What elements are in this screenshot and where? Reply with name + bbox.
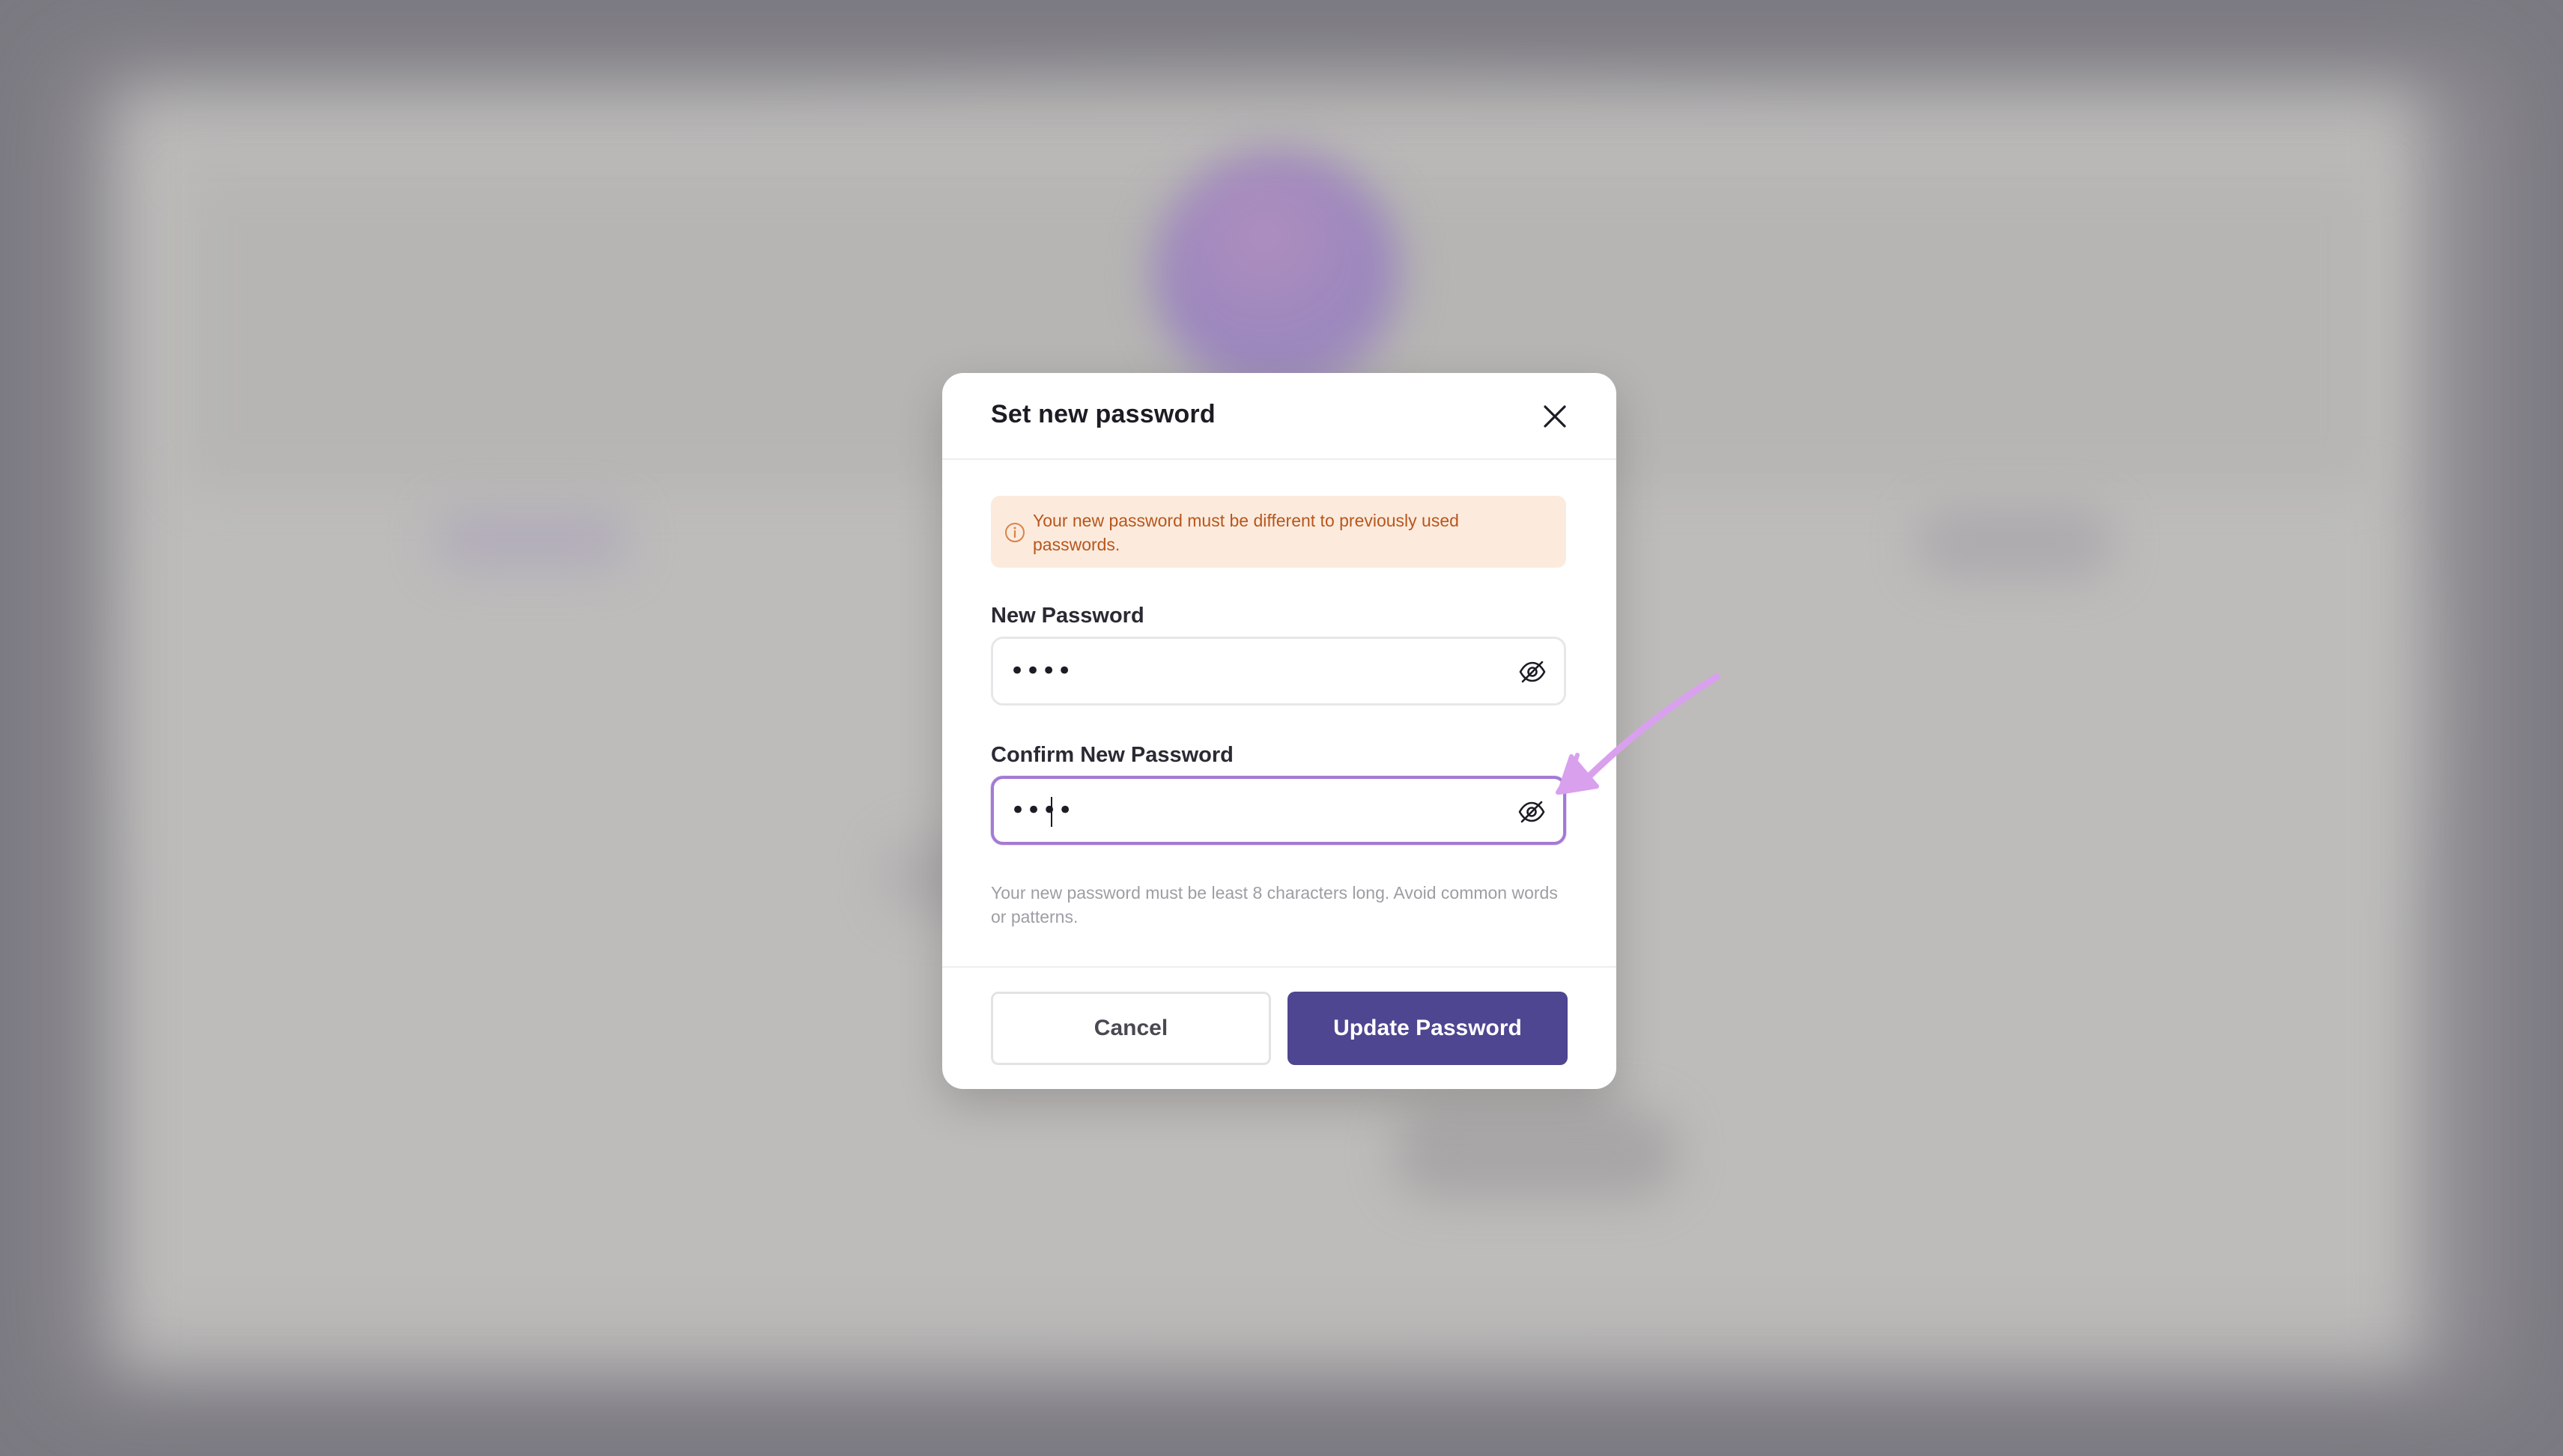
text-cursor — [1051, 797, 1052, 827]
update-password-button[interactable]: Update Password — [1287, 992, 1568, 1065]
background-element — [1917, 509, 2112, 577]
background-avatar — [1153, 150, 1401, 397]
new-password-label: New Password — [991, 604, 1144, 628]
confirm-password-field[interactable] — [991, 776, 1566, 845]
cancel-button[interactable]: Cancel — [991, 992, 1271, 1065]
toggle-confirm-password-visibility-button[interactable] — [1517, 797, 1547, 827]
confirm-password-input[interactable] — [1010, 779, 1490, 842]
dialog-footer: Cancel Update Password — [942, 966, 1616, 1089]
dialog-title: Set new password — [991, 400, 1216, 428]
annotation-arrow — [1556, 673, 1720, 795]
background-element — [434, 509, 629, 569]
background-element — [1393, 1108, 1678, 1198]
close-button[interactable] — [1538, 400, 1571, 433]
password-requirements-hint: Your new password must be least 8 charac… — [991, 883, 1558, 926]
close-icon — [1544, 405, 1566, 428]
dialog-header: Set new password — [942, 373, 1616, 460]
alert-message: Your new password must be different to p… — [1033, 511, 1459, 554]
confirm-password-label: Confirm New Password — [991, 743, 1234, 767]
password-warning-alert: Your new password must be different to p… — [991, 496, 1566, 568]
info-circle-icon — [1005, 523, 1025, 542]
new-password-field[interactable] — [991, 637, 1566, 706]
set-password-dialog: Set new password Your new password must … — [942, 373, 1616, 1089]
eye-off-icon — [1518, 801, 1545, 823]
new-password-input[interactable] — [1010, 639, 1489, 703]
